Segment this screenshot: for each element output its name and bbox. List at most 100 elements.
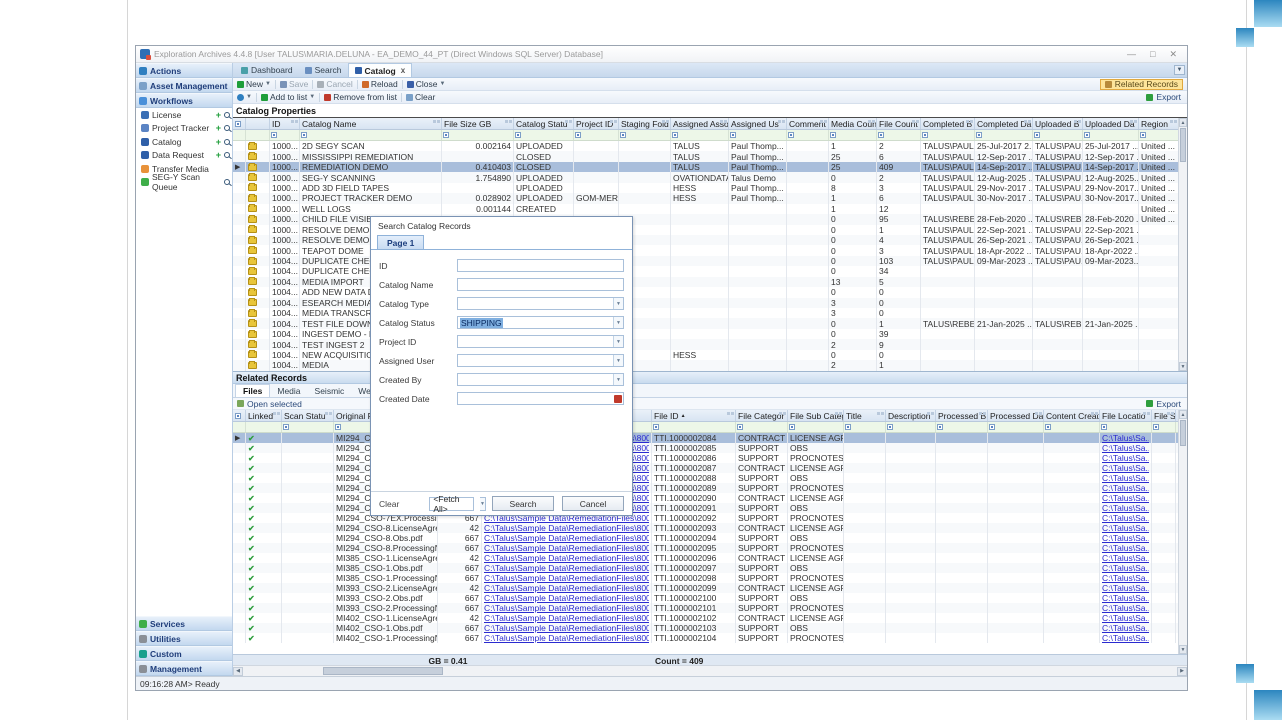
sidebar-section-workflows[interactable]: Workflows — [136, 93, 232, 108]
filter-cell[interactable] — [619, 130, 671, 140]
grid-header-cell[interactable]: Completed Da — [975, 118, 1033, 129]
close-button[interactable]: ✕ — [1169, 49, 1177, 60]
related-records-toggle-button[interactable]: Related Records — [1100, 79, 1183, 90]
filter-cell[interactable] — [921, 130, 975, 140]
sidebar-section-custom[interactable]: Custom — [136, 646, 232, 661]
table-row[interactable]: 1000...WELL LOGS0.001144CREATED112United… — [233, 204, 1178, 214]
grid-header-cell[interactable]: Staging Fold — [619, 118, 671, 129]
sidebar-item-catalog[interactable]: Catalog+ — [136, 135, 232, 149]
file-path-link[interactable]: C:\Talus\Sample Data\RemediationFiles\80… — [484, 583, 649, 593]
grid-header-cell[interactable]: Description — [886, 410, 936, 421]
grid-header-cell[interactable]: ID — [270, 118, 300, 129]
filter-cell[interactable] — [736, 422, 788, 432]
grid-header-cell[interactable]: Processed B — [936, 410, 988, 421]
chevron-down-icon[interactable]: ▼ — [613, 298, 623, 309]
file-path-link[interactable]: C:\Talus\Sa... — [1102, 493, 1149, 503]
grid-header-cell[interactable]: Project ID — [574, 118, 619, 129]
grid-header-cell[interactable]: File S — [1152, 410, 1176, 421]
grid-header-cell[interactable] — [233, 118, 246, 129]
sidebar-section-asset-management[interactable]: Asset Management — [136, 78, 232, 93]
file-path-link[interactable]: C:\Talus\Sa... — [1102, 593, 1149, 603]
grid-header-cell[interactable]: Assigned Assoc — [671, 118, 729, 129]
file-path-link[interactable]: C:\Talus\Sample Data\RemediationFiles\80… — [484, 553, 649, 563]
file-path-link[interactable]: C:\Talus\Sample Data\RemediationFiles\80… — [484, 613, 649, 623]
scroll-down-icon[interactable]: ▼ — [1179, 362, 1187, 371]
file-path-link[interactable]: C:\Talus\Sa... — [1102, 473, 1149, 483]
grid-header-cell[interactable]: Region — [1139, 118, 1178, 129]
filter-cell[interactable] — [442, 130, 514, 140]
filter-cell[interactable] — [1100, 422, 1152, 432]
grid-header-cell[interactable]: Processed Da — [988, 410, 1044, 421]
filter-cell[interactable] — [300, 130, 442, 140]
filter-cell[interactable] — [829, 130, 877, 140]
chevron-down-icon[interactable]: ▼ — [613, 355, 623, 366]
grid-header-cell[interactable]: Completed B — [921, 118, 975, 129]
sidebar-section-actions[interactable]: Actions — [136, 63, 232, 78]
file-path-link[interactable]: C:\Talus\Sa... — [1102, 443, 1149, 453]
filter-cell[interactable] — [233, 130, 246, 140]
filter-cell[interactable] — [1139, 130, 1178, 140]
grid-header-cell[interactable]: File Count — [877, 118, 921, 129]
catalog-grid-vscrollbar[interactable]: ▲ ▼ — [1178, 118, 1187, 371]
table-row[interactable]: 1000...SEG-Y SCANNING1.754890UPLOADEDOVA… — [233, 172, 1178, 182]
file-path-link[interactable]: C:\Talus\Sa... — [1102, 563, 1149, 573]
scroll-left-icon[interactable]: ◀ — [233, 667, 243, 676]
table-row[interactable]: ✔MI402_CSO-1.Obs.pdf667C:\Talus\Sample D… — [233, 623, 1178, 633]
dialog-clear-button[interactable]: Clear — [379, 499, 399, 509]
search-icon[interactable] — [224, 112, 230, 118]
clear-button[interactable]: Clear — [406, 92, 435, 102]
file-path-link[interactable]: C:\Talus\Sa... — [1102, 433, 1149, 443]
grid-header-cell[interactable]: Content Created — [1044, 410, 1100, 421]
file-path-link[interactable]: C:\Talus\Sa... — [1102, 613, 1149, 623]
close-button[interactable]: Close▼ — [407, 79, 446, 89]
filter-cell[interactable] — [671, 130, 729, 140]
file-path-link[interactable]: C:\Talus\Sa... — [1102, 533, 1149, 543]
table-row[interactable]: ✔MI402_CSO-1.LicenseAgre...42C:\Talus\Sa… — [233, 613, 1178, 623]
grid-header-cell[interactable]: Title — [844, 410, 886, 421]
chevron-down-icon[interactable]: ▼ — [613, 374, 623, 385]
save-button[interactable]: Save — [280, 79, 308, 89]
related-tab-files[interactable]: Files — [235, 384, 270, 397]
filter-cell[interactable] — [844, 422, 886, 432]
filter-cell[interactable] — [1152, 422, 1176, 432]
tab-close-icon[interactable]: x — [401, 66, 405, 75]
filter-cell[interactable] — [652, 422, 736, 432]
grid-header-cell[interactable]: File Locatio — [1100, 410, 1152, 421]
scroll-right-icon[interactable]: ▶ — [1177, 667, 1187, 676]
id-input[interactable] — [457, 259, 624, 272]
grid-header-cell[interactable]: Uploaded B — [1033, 118, 1083, 129]
grid-header-cell[interactable]: Catalog Name — [300, 118, 442, 129]
file-path-link[interactable]: C:\Talus\Sa... — [1102, 543, 1149, 553]
file-path-link[interactable]: C:\Talus\Sa... — [1102, 573, 1149, 583]
cancel-button[interactable]: Cancel — [317, 79, 352, 89]
created-date-input[interactable] — [457, 392, 624, 405]
dialog-tab-page1[interactable]: Page 1 — [377, 235, 424, 249]
tab-dashboard[interactable]: Dashboard — [235, 63, 299, 77]
table-row[interactable]: ▶1000...REMEDIATION DEMO0.410403CLOSEDTA… — [233, 162, 1178, 172]
remove-from-list-button[interactable]: Remove from list — [324, 92, 397, 102]
file-path-link[interactable]: C:\Talus\Sample Data\RemediationFiles\80… — [484, 533, 649, 543]
tab-list-dropdown-icon[interactable]: ▼ — [1174, 65, 1185, 75]
related-tab-seismic[interactable]: Seismic — [308, 384, 352, 397]
project-id-input[interactable]: ▼ — [457, 335, 624, 348]
table-row[interactable]: 1000...PROJECT TRACKER DEMO0.028902UPLOA… — [233, 193, 1178, 203]
grid-header-cell[interactable]: Assigned Us — [729, 118, 787, 129]
grid-header-cell[interactable]: Media Coun — [829, 118, 877, 129]
fetch-mode-select[interactable]: <Fetch All> — [429, 497, 474, 511]
file-path-link[interactable]: C:\Talus\Sa... — [1102, 633, 1149, 643]
new-button[interactable]: New▼ — [237, 79, 271, 89]
file-path-link[interactable]: C:\Talus\Sa... — [1102, 623, 1149, 633]
file-path-link[interactable]: C:\Talus\Sample Data\RemediationFiles\80… — [484, 543, 649, 553]
dialog-search-button[interactable]: Search — [492, 496, 554, 511]
file-path-link[interactable]: C:\Talus\Sa... — [1102, 463, 1149, 473]
catalog-status-input[interactable]: SHIPPING▼ — [457, 316, 624, 329]
grid-header-cell[interactable]: Uploaded Da — [1083, 118, 1139, 129]
sidebar-section-utilities[interactable]: Utilities — [136, 631, 232, 646]
table-row[interactable]: ✔MI393_CSO-2.ProcessingN...667C:\Talus\S… — [233, 603, 1178, 613]
file-path-link[interactable]: C:\Talus\Sa... — [1102, 513, 1149, 523]
filter-cell[interactable] — [270, 130, 300, 140]
scroll-down-icon[interactable]: ▼ — [1179, 645, 1187, 654]
filter-cell[interactable] — [729, 130, 787, 140]
filter-cell[interactable] — [788, 422, 844, 432]
grid-header-cell[interactable] — [233, 410, 246, 421]
